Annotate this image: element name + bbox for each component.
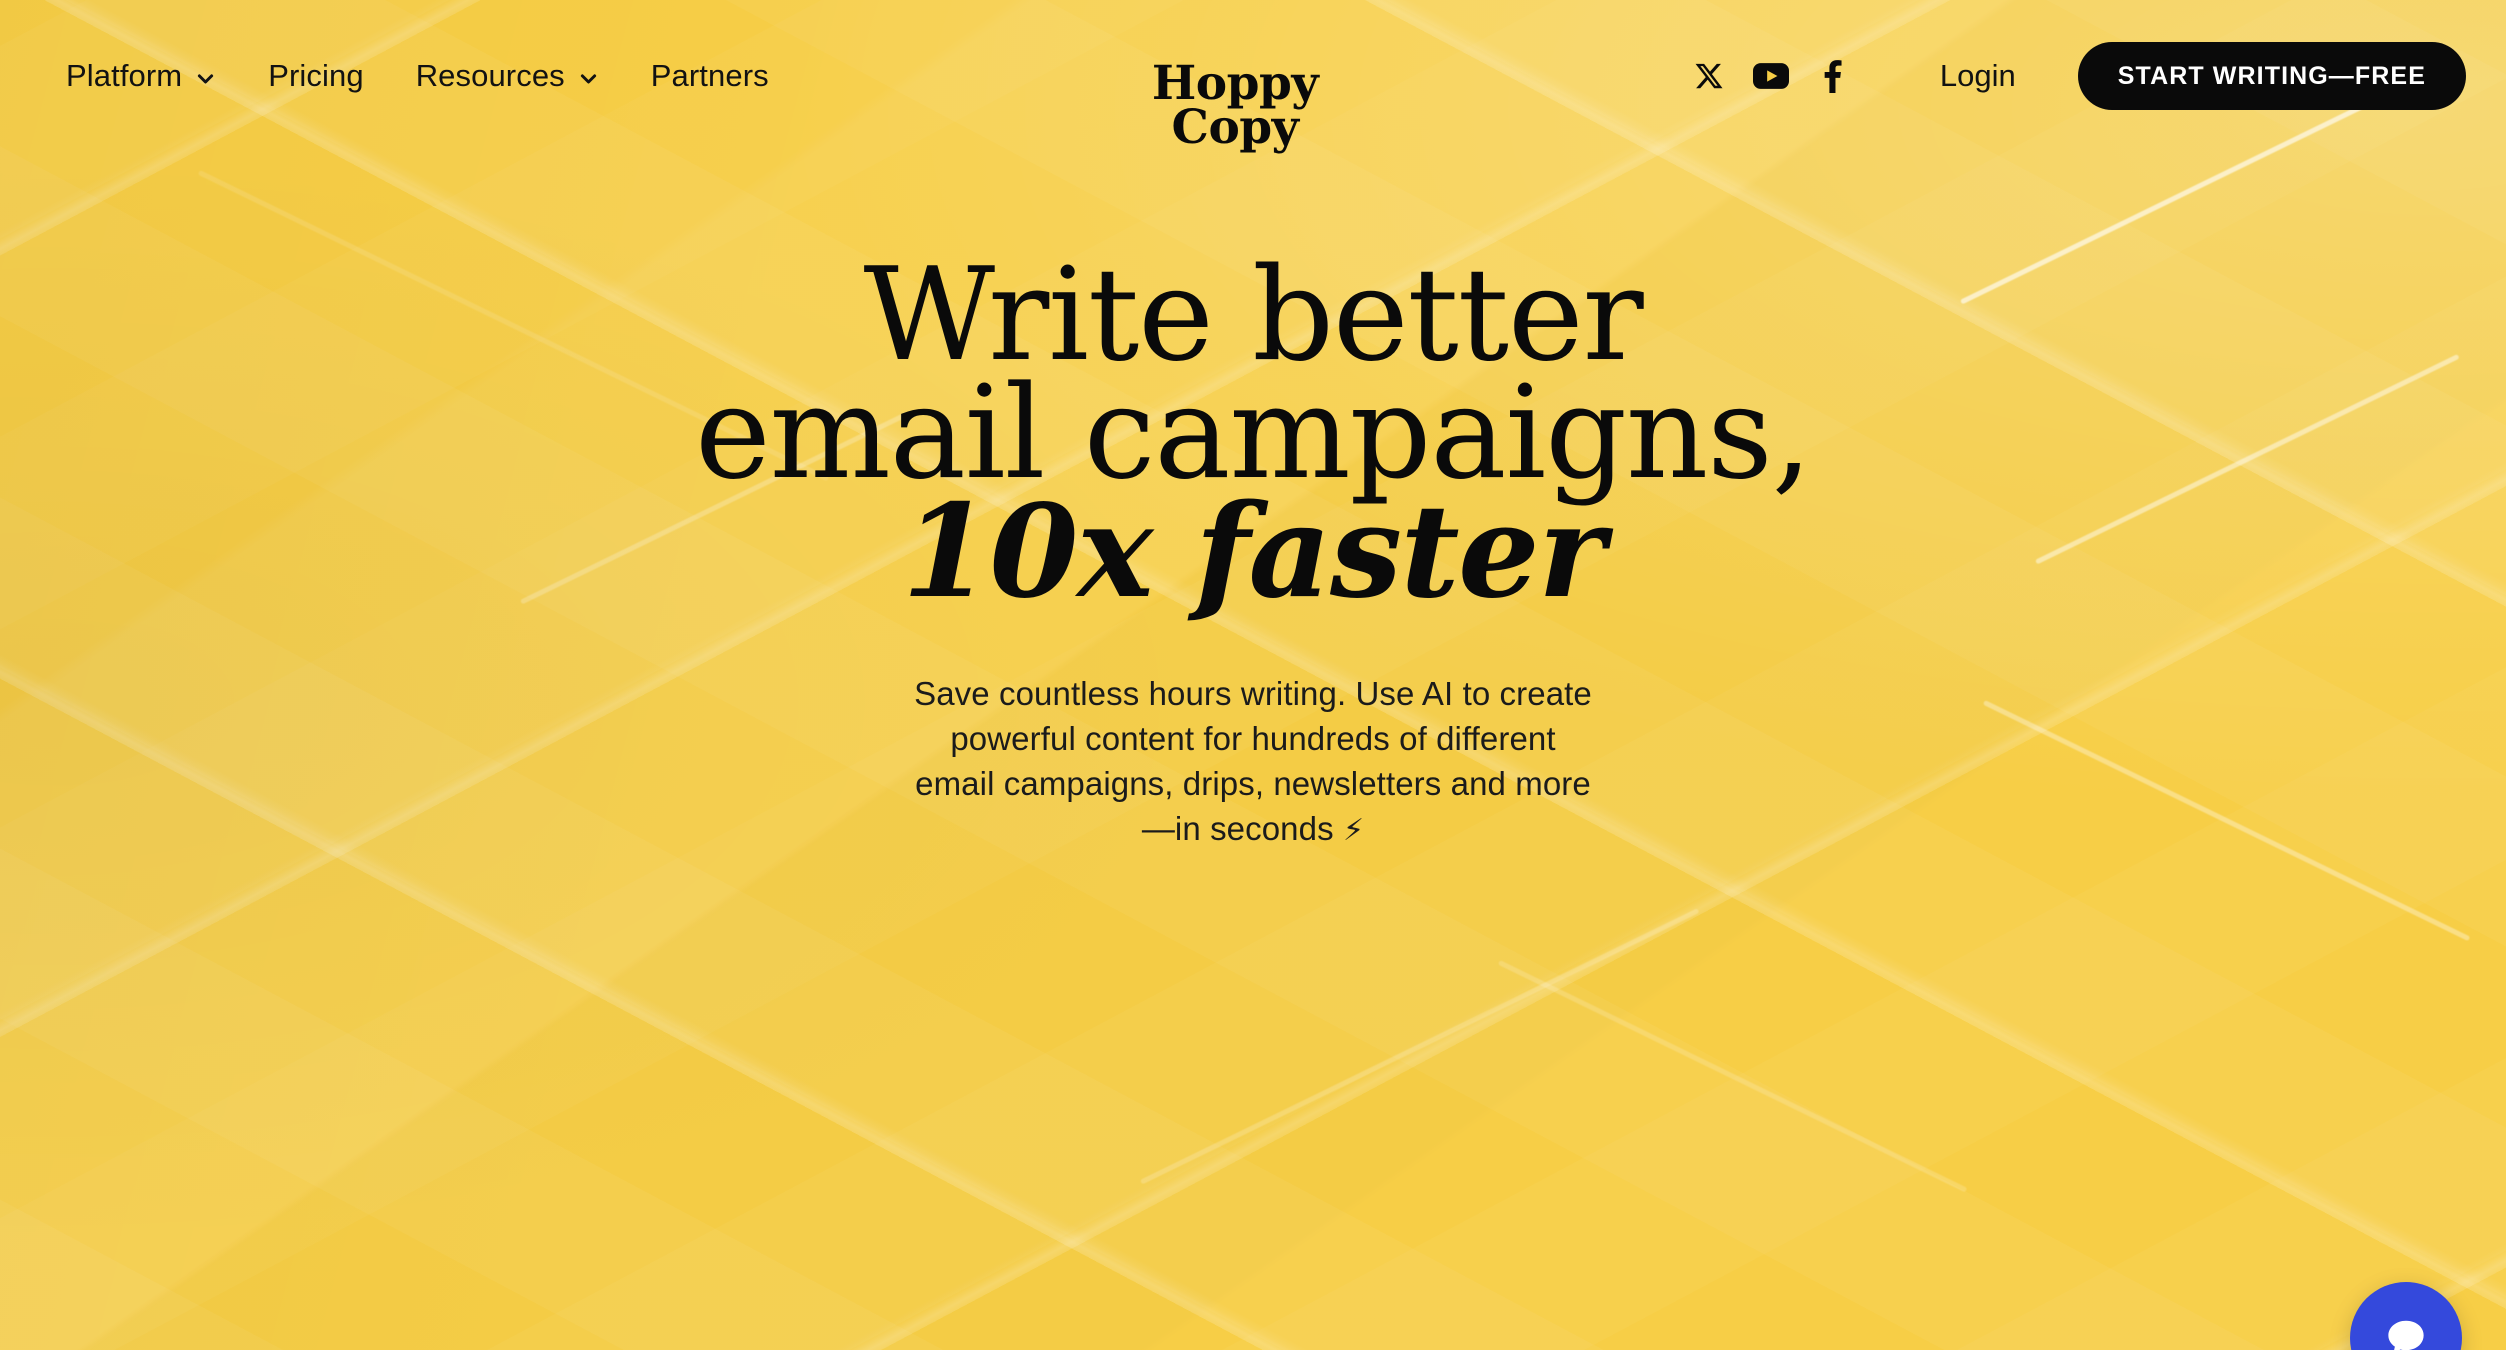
secondary-nav-area: Login START WRITING—FREE	[1678, 0, 2466, 152]
start-writing-free-button[interactable]: START WRITING—FREE	[2077, 42, 2466, 110]
hero-subheading-text: Save countless hours writing. Use AI to …	[914, 675, 1592, 847]
nav-item-pricing-label: Pricing	[268, 58, 364, 93]
nav-item-platform[interactable]: Platform	[40, 48, 242, 104]
login-link[interactable]: Login	[1906, 48, 2050, 104]
x-twitter-icon[interactable]	[1678, 45, 1740, 107]
nav-item-partners-label: Partners	[650, 58, 769, 93]
brand-logo-line-2: Copy	[1171, 99, 1299, 155]
primary-nav-links: Platform Pricing Resources Partners	[40, 48, 795, 104]
brand-logo[interactable]: Hoppy Copy	[1130, 60, 1340, 155]
chat-widget-button[interactable]	[2350, 1282, 2462, 1350]
landing-page: Platform Pricing Resources Partners Hopp…	[0, 0, 2506, 1350]
chevron-down-icon	[195, 68, 216, 89]
headline-line-3: 10x faster	[901, 477, 1606, 627]
chevron-down-icon	[578, 68, 599, 89]
main-navigation-bar: Platform Pricing Resources Partners Hopp…	[0, 0, 2506, 152]
youtube-icon[interactable]	[1740, 45, 1802, 107]
nav-item-resources[interactable]: Resources	[390, 48, 625, 104]
lightning-bolt-icon: ⚡	[1342, 813, 1365, 848]
nav-item-resources-label: Resources	[415, 58, 565, 93]
nav-item-pricing[interactable]: Pricing	[242, 48, 389, 104]
headline-line-2: email campaigns,	[694, 359, 1812, 508]
nav-item-platform-label: Platform	[66, 58, 183, 93]
social-links	[1678, 45, 1864, 107]
facebook-icon[interactable]	[1802, 45, 1864, 107]
page-title: Write better email campaigns, 10x faster	[694, 241, 1812, 627]
hero-section: Write better email campaigns, 10x faster…	[0, 152, 2506, 853]
nav-item-partners[interactable]: Partners	[625, 48, 795, 104]
headline-line-1: Write better	[863, 241, 1644, 390]
chat-bubble-icon	[2383, 1315, 2429, 1350]
hero-subheading: Save countless hours writing. Use AI to …	[913, 671, 1593, 853]
